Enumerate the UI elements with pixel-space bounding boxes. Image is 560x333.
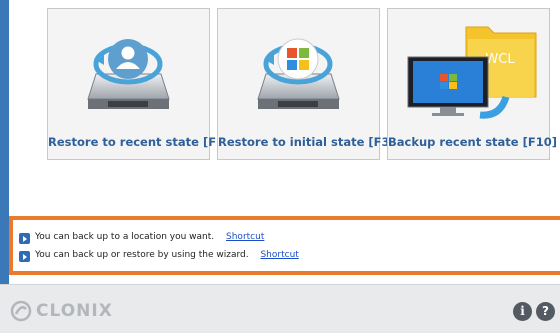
drive-user-restore-icon <box>48 19 209 119</box>
arrow-bullet-icon <box>19 251 30 262</box>
tip-text: You can back up to a location you want. <box>35 232 215 242</box>
clonix-logo-icon <box>10 300 32 322</box>
tip-text: You can back up or restore by using the … <box>35 250 249 260</box>
tile-label: Restore to recent state [F2] <box>48 135 230 149</box>
restore-recent-tile[interactable]: Restore to recent state [F2] <box>47 8 230 160</box>
backup-recent-tile[interactable]: WCL Backup recent state [F10] <box>387 8 557 160</box>
tips-box: You can back up to a location you want. … <box>9 216 560 275</box>
folder-badge: WCL <box>485 52 515 67</box>
monitor-folder-backup-icon: WCL <box>388 19 549 119</box>
drive-windows-restore-icon <box>218 19 379 119</box>
tip-line: You can back up to a location you want. … <box>19 232 264 246</box>
restore-initial-tile[interactable]: Restore to initial state [F3] <box>217 8 395 160</box>
tile-label: Backup recent state [F10] <box>388 135 557 149</box>
info-button[interactable]: i <box>513 302 532 321</box>
shortcut-link[interactable]: Shortcut <box>260 250 298 260</box>
help-button[interactable]: ? <box>536 302 555 321</box>
shortcut-link[interactable]: Shortcut <box>226 232 264 242</box>
arrow-bullet-icon <box>19 233 30 244</box>
brand-name: CLONIX <box>36 301 113 321</box>
footer: CLONIX i ? <box>0 284 560 333</box>
tip-line: You can back up or restore by using the … <box>19 250 299 264</box>
tile-label: Restore to initial state [F3] <box>218 135 395 149</box>
